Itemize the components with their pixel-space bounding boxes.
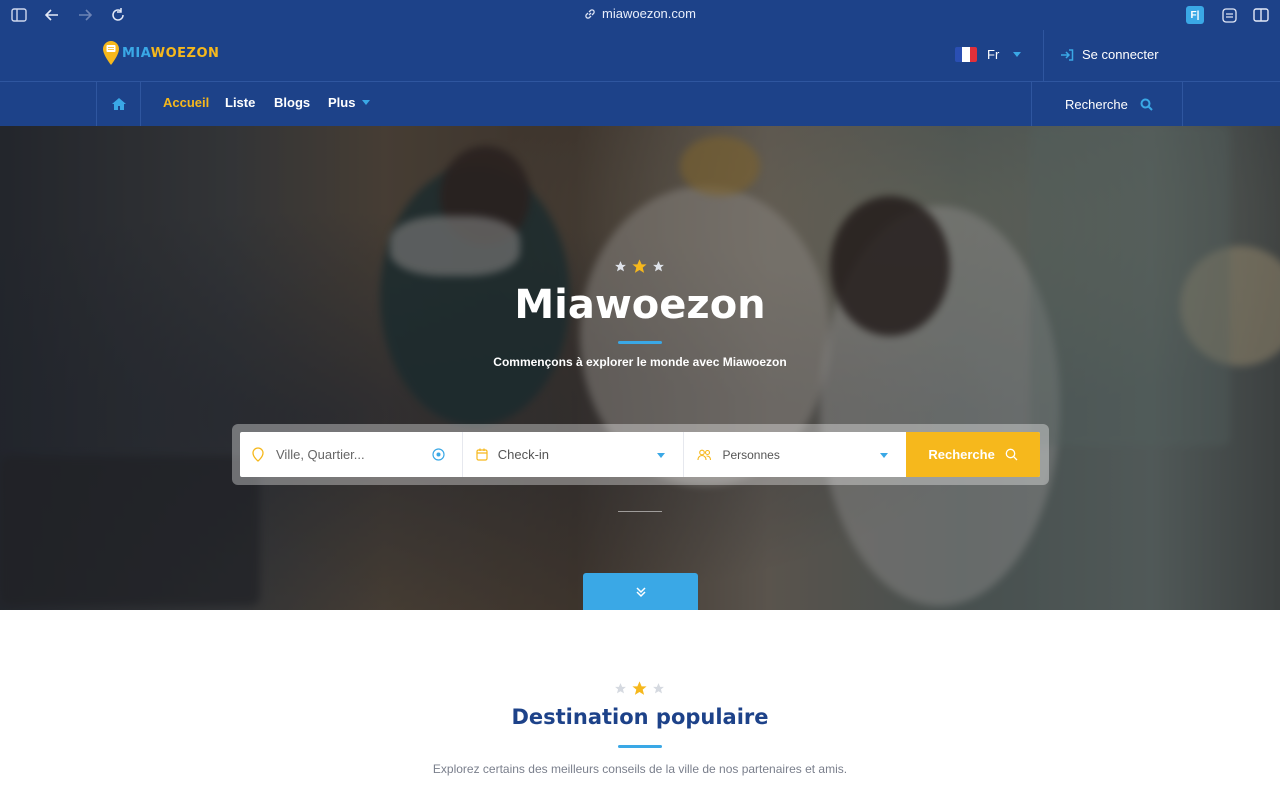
nav-search-label: Recherche [1065,96,1128,112]
section-title: Destination populaire [511,705,769,729]
nav-item-blogs[interactable]: Blogs [274,95,310,110]
site-header: MIAWOEZON Fr Se connecter [0,30,1280,82]
checkin-label: Check-in [497,447,550,462]
link-icon [584,8,596,23]
calendar-icon [476,448,488,461]
star-icon [632,259,647,273]
hero-stars [614,258,665,275]
language-label: Fr [987,47,1000,62]
people-icon [697,449,712,460]
logo-text: MIAWOEZON [122,46,219,61]
search-icon [1140,98,1153,111]
hero-subtitle: Commençons à explorer le monde avec Miaw… [493,355,787,369]
extension-label: F| [1190,9,1200,21]
section-title-underline [618,745,662,748]
search-panel: Check-in Personnes Recherche [232,424,1049,485]
hero-search-button[interactable]: Recherche [906,432,1040,477]
logo[interactable]: MIAWOEZON [102,40,219,66]
star-icon [632,681,647,695]
chevron-down-icon [657,453,666,458]
split-view-icon[interactable] [1251,5,1271,25]
persons-field[interactable]: Personnes [684,432,906,477]
hero-title-underline [618,341,662,344]
search-icon [1005,448,1018,461]
hero-search-button-label: Recherche [928,447,995,462]
nav-item-plus-label: Plus [328,95,356,110]
language-selector[interactable]: Fr [955,47,1022,62]
address-bar[interactable]: miawoezon.com [0,6,1280,23]
double-chevron-down-icon [635,586,646,597]
locate-me-icon[interactable] [432,448,445,461]
url-text: miawoezon.com [602,6,696,21]
section-subtitle: Explorez certains des meilleurs conseils… [432,762,848,776]
nav-search-button[interactable]: Recherche [1031,82,1183,126]
location-pin-icon [252,447,264,462]
nav-item-liste[interactable]: Liste [225,95,255,110]
extension-icon[interactable]: F| [1186,6,1204,24]
nav-item-accueil[interactable]: Accueil [163,95,209,110]
search-form: Check-in Personnes Recherche [240,432,1040,477]
logo-pin-icon [103,41,119,65]
location-field[interactable] [240,432,463,477]
nav-item-plus[interactable]: Plus [328,95,371,110]
login-button[interactable]: Se connecter [1060,47,1159,62]
scroll-down-button[interactable] [583,573,698,610]
home-button[interactable] [96,82,141,126]
logo-text-part1: MIA [122,45,151,61]
login-label: Se connecter [1082,47,1159,62]
home-icon [111,98,126,110]
checkin-field[interactable]: Check-in [463,432,685,477]
login-icon [1061,48,1074,61]
location-input[interactable] [276,447,426,462]
persons-label: Personnes [722,447,780,462]
star-icon [615,261,626,272]
hero-divider [618,511,662,512]
flag-fr-icon [955,47,977,62]
chevron-down-icon [1013,52,1022,57]
star-icon [653,261,664,272]
logo-text-part2: WOEZON [150,45,220,61]
reader-icon[interactable] [1219,5,1239,25]
chevron-down-icon [880,453,889,458]
browser-toolbar: miawoezon.com F| [0,0,1280,30]
hero-title: Miawoezon [514,282,766,328]
header-divider [1043,30,1044,82]
main-nav: Accueil Liste Blogs Plus Recherche [0,82,1280,126]
star-icon [615,683,626,694]
chevron-down-icon [362,100,371,105]
hero-section: Miawoezon Commençons à explorer le monde… [0,126,1280,610]
star-icon [653,683,664,694]
section-stars [614,680,665,697]
